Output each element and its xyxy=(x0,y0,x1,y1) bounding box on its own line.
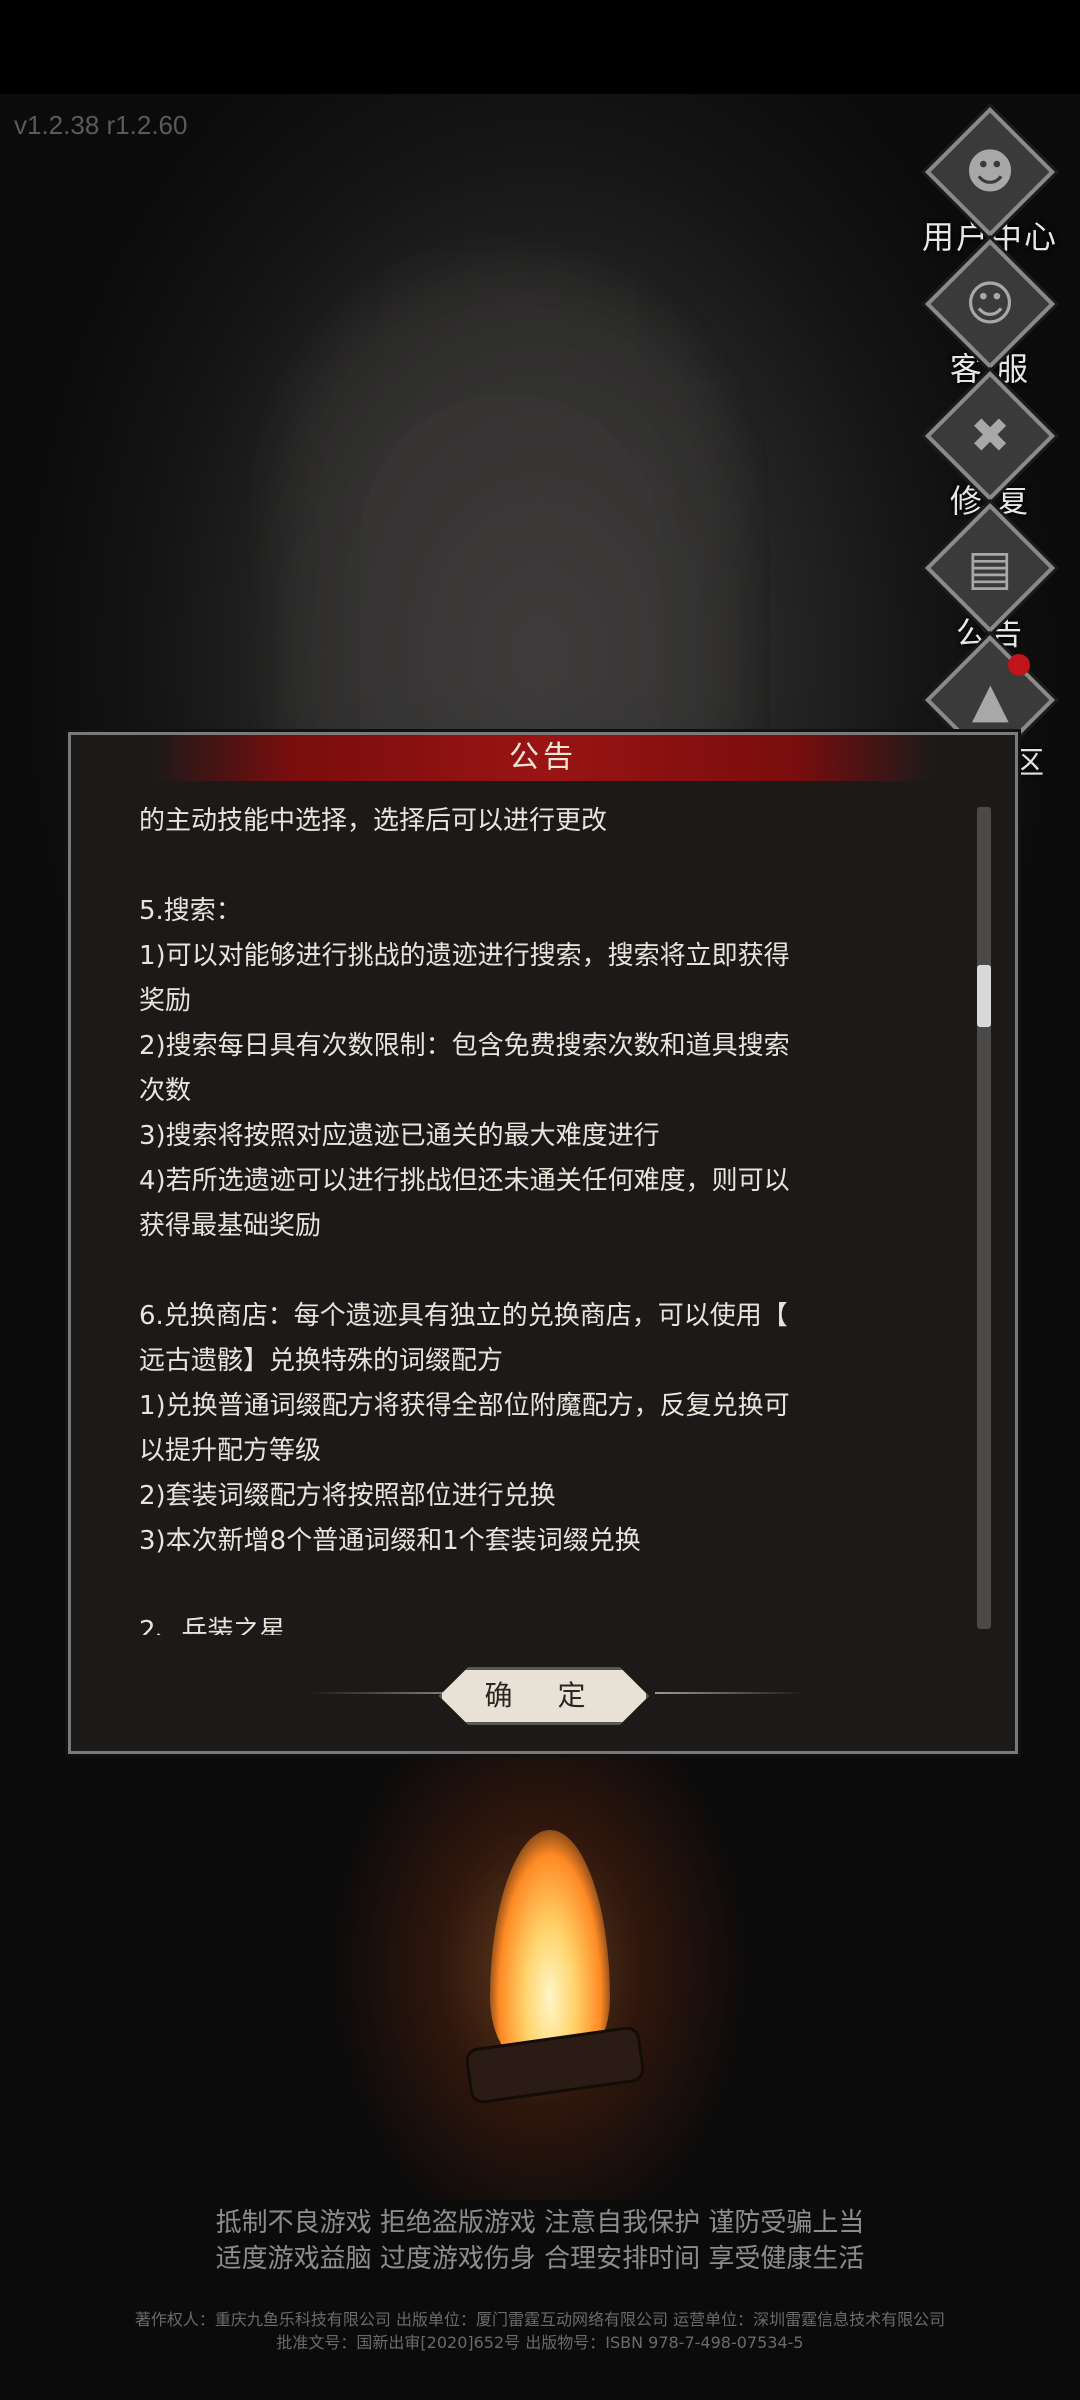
health-notice-line-1: 抵制不良游戏 拒绝盗版游戏 注意自我保护 谨防受骗上当 xyxy=(215,2208,865,2238)
scrollbar-thumb[interactable] xyxy=(977,965,991,1027)
copyright-info: 著作权人：重庆九鱼乐科技有限公司 出版单位：厦门雷霆互动网络有限公司 运营单位：… xyxy=(0,2308,1080,2354)
notice-line: 2)套装词缀配方将按照部位进行兑换 xyxy=(139,1481,556,1511)
notice-line: 3)搜索将按照对应遗迹已通关的最大难度进行 xyxy=(139,1121,660,1151)
version-label: v1.2.38 r1.2.60 xyxy=(14,110,188,140)
dialog-title: 公告 xyxy=(509,740,577,775)
scrollbar-track[interactable] xyxy=(977,807,991,1629)
notice-line: 的主动技能中选择，选择后可以进行更改 xyxy=(139,806,608,836)
notice-line: 3)本次新增8个普通词缀和1个套装词缀兑换 xyxy=(139,1526,641,1556)
health-notice: 抵制不良游戏 拒绝盗版游戏 注意自我保护 谨防受骗上当 适度游戏益脑 过度游戏伤… xyxy=(0,2205,1080,2277)
confirm-button[interactable]: 确 定 xyxy=(439,1667,649,1725)
notice-line: 以提升配方等级 xyxy=(139,1436,322,1466)
notice-line: 5.搜索： xyxy=(139,896,242,926)
dialog-title-bar: 公告 xyxy=(151,735,935,781)
notice-line xyxy=(139,1249,939,1294)
notice-line: 2)搜索每日具有次数限制：包含免费搜索次数和道具搜索 xyxy=(139,1031,790,1061)
region-label: 区 xyxy=(1014,746,1044,781)
decorative-line-right xyxy=(655,1692,805,1694)
confirm-row: 确 定 xyxy=(71,1663,1015,1725)
notice-line: 1)兑换普通词缀配方将获得全部位附魔配方，反复兑换可 xyxy=(139,1391,790,1421)
notice-line: 获得最基础奖励 xyxy=(139,1211,322,1241)
notice-line: 2、兵装之星 xyxy=(139,1616,286,1635)
notice-line: 次数 xyxy=(139,1076,192,1106)
notice-line: 1)可以对能够进行挑战的遗迹进行搜索，搜索将立即获得 xyxy=(139,941,790,971)
notice-line: 6.兑换商店：每个遗迹具有独立的兑换商店，可以使用【 xyxy=(139,1301,788,1331)
notice-line: 4)若所选遗迹可以进行挑战但还未通关任何难度，则可以 xyxy=(139,1166,790,1196)
notice-line: 奖励 xyxy=(139,986,192,1016)
announcement-scroll-area[interactable]: 的主动技能中选择，选择后可以进行更改 5.搜索： 1)可以对能够进行挑战的遗迹进… xyxy=(139,799,939,1635)
copyright-line-1: 著作权人：重庆九鱼乐科技有限公司 出版单位：厦门雷霆互动网络有限公司 运营单位：… xyxy=(134,2310,946,2329)
notice-line: 远古遗骸】兑换特殊的词缀配方 xyxy=(139,1346,504,1376)
notification-badge xyxy=(1008,654,1030,676)
health-notice-line-2: 适度游戏益脑 过度游戏伤身 合理安排时间 享受健康生活 xyxy=(215,2244,865,2274)
status-bar xyxy=(0,0,1080,94)
notice-line xyxy=(139,844,939,889)
announcement-dialog: 公告 的主动技能中选择，选择后可以进行更改 5.搜索： 1)可以对能够进行挑战的… xyxy=(68,732,1018,1754)
copyright-line-2: 批准文号：国新出审[2020]652号 出版物号：ISBN 978-7-498-… xyxy=(276,2333,804,2352)
notice-line xyxy=(139,1564,939,1609)
